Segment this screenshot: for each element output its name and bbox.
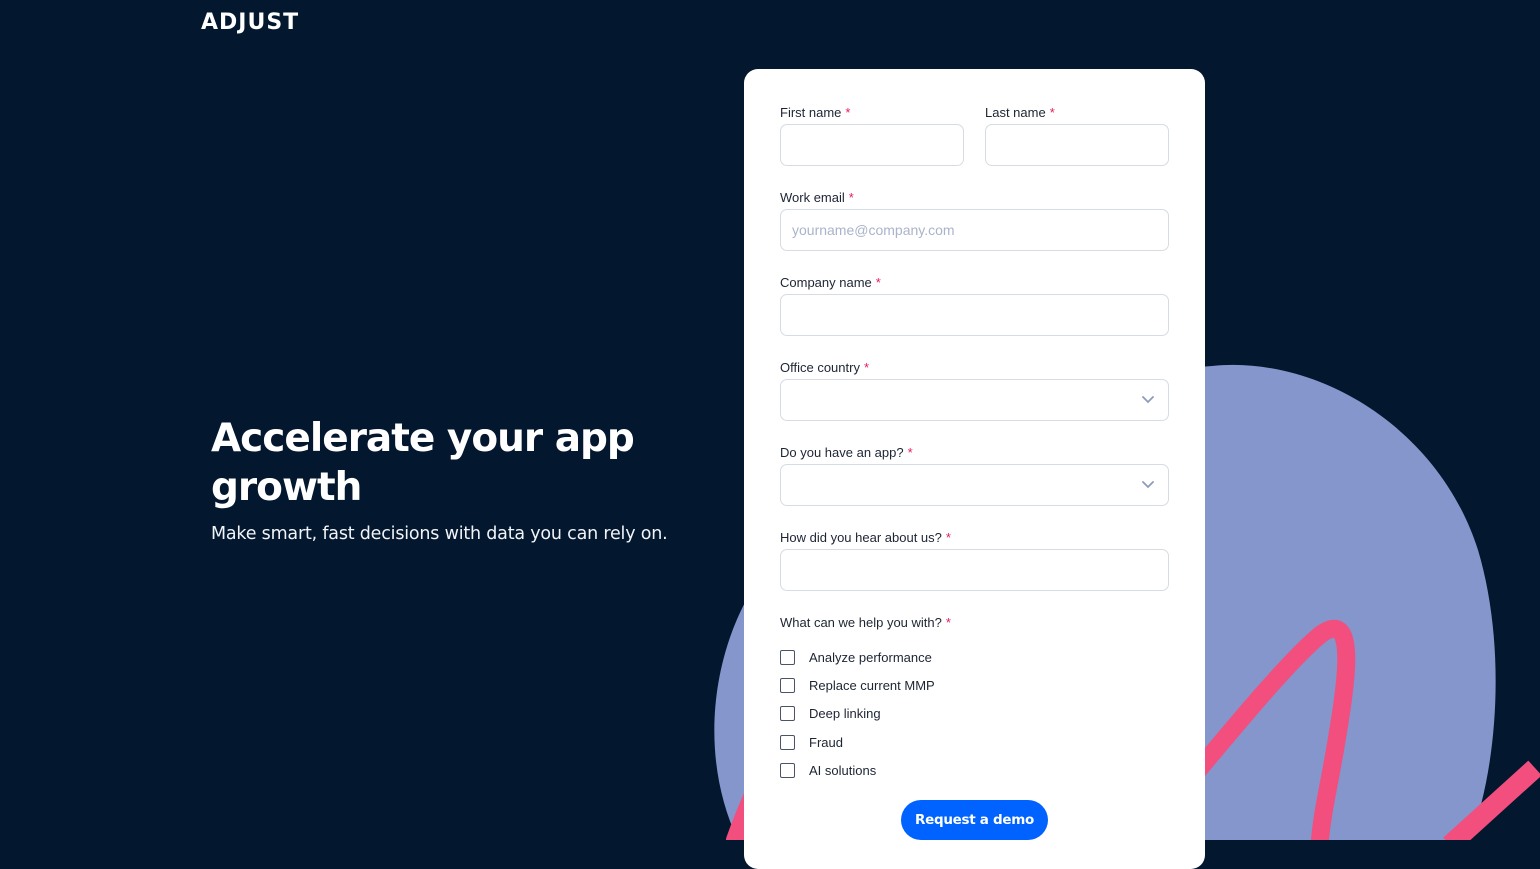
- checkbox-analyze-performance[interactable]: Analyze performance: [780, 649, 932, 665]
- required-asterisk: *: [907, 445, 913, 460]
- required-asterisk: *: [1049, 105, 1055, 120]
- office-country-label: Office country: [780, 360, 860, 375]
- heard-about-input[interactable]: [781, 550, 1168, 590]
- required-asterisk: *: [848, 190, 854, 205]
- office-country-field: Office country *: [780, 359, 1169, 421]
- checkbox-label: Deep linking: [809, 705, 881, 721]
- checkbox[interactable]: [780, 705, 795, 721]
- first-name-input[interactable]: [781, 125, 963, 165]
- company-name-input[interactable]: [781, 295, 1168, 335]
- first-name-label: First name: [780, 105, 842, 120]
- checkbox[interactable]: [780, 649, 795, 665]
- work-email-field: Work email *: [780, 189, 1169, 251]
- has-app-field: Do you have an app? *: [780, 444, 1169, 506]
- checkbox-deep-linking[interactable]: Deep linking: [780, 705, 881, 721]
- hero-subtitle: Make smart, fast decisions with data you…: [211, 524, 668, 544]
- company-name-field: Company name *: [780, 274, 1169, 336]
- office-country-select[interactable]: [780, 379, 1169, 421]
- checkbox[interactable]: [780, 734, 795, 750]
- hero-title-line-2: growth: [211, 465, 362, 510]
- checkbox[interactable]: [780, 762, 795, 778]
- required-asterisk: *: [845, 105, 851, 120]
- hero-title: Accelerate your app growth: [211, 414, 711, 512]
- chevron-down-icon: [1142, 396, 1154, 404]
- checkbox-ai-solutions[interactable]: AI solutions: [780, 762, 876, 778]
- checkbox-label: Replace current MMP: [809, 677, 935, 693]
- checkbox-fraud[interactable]: Fraud: [780, 734, 843, 750]
- checkbox[interactable]: [780, 677, 795, 693]
- checkbox-label: Analyze performance: [809, 649, 932, 665]
- work-email-label: Work email: [780, 190, 845, 205]
- work-email-input[interactable]: [781, 210, 1168, 250]
- heard-about-label: How did you hear about us?: [780, 530, 942, 545]
- last-name-input[interactable]: [986, 125, 1168, 165]
- help-with-field: What can we help you with? *: [780, 614, 1169, 632]
- adjust-logo[interactable]: ADJUST: [201, 10, 299, 35]
- checkbox-replace-current-mmp[interactable]: Replace current MMP: [780, 677, 935, 693]
- request-demo-button[interactable]: Request a demo: [901, 800, 1048, 840]
- last-name-field: Last name *: [985, 104, 1169, 166]
- demo-request-form: First name* Last name* Work email* Compa…: [744, 69, 1205, 869]
- required-asterisk: *: [945, 530, 951, 545]
- hero-title-line-1: Accelerate your app: [211, 416, 635, 461]
- company-name-label: Company name: [780, 275, 872, 290]
- required-asterisk: *: [945, 615, 951, 630]
- last-name-label: Last name: [985, 105, 1046, 120]
- chevron-down-icon: [1142, 481, 1154, 489]
- hero-section: Accelerate your app growth Make smart, f…: [211, 414, 711, 544]
- checkbox-label: Fraud: [809, 734, 843, 750]
- required-asterisk: *: [863, 360, 870, 375]
- has-app-label: Do you have an app?: [780, 445, 904, 460]
- heard-about-field: How did you hear about us? *: [780, 529, 1169, 591]
- checkbox-label: AI solutions: [809, 762, 877, 778]
- required-asterisk: *: [875, 275, 881, 290]
- first-name-field: First name *: [780, 104, 964, 166]
- has-app-select[interactable]: [780, 464, 1169, 506]
- help-with-label: What can we help you with?: [780, 615, 942, 630]
